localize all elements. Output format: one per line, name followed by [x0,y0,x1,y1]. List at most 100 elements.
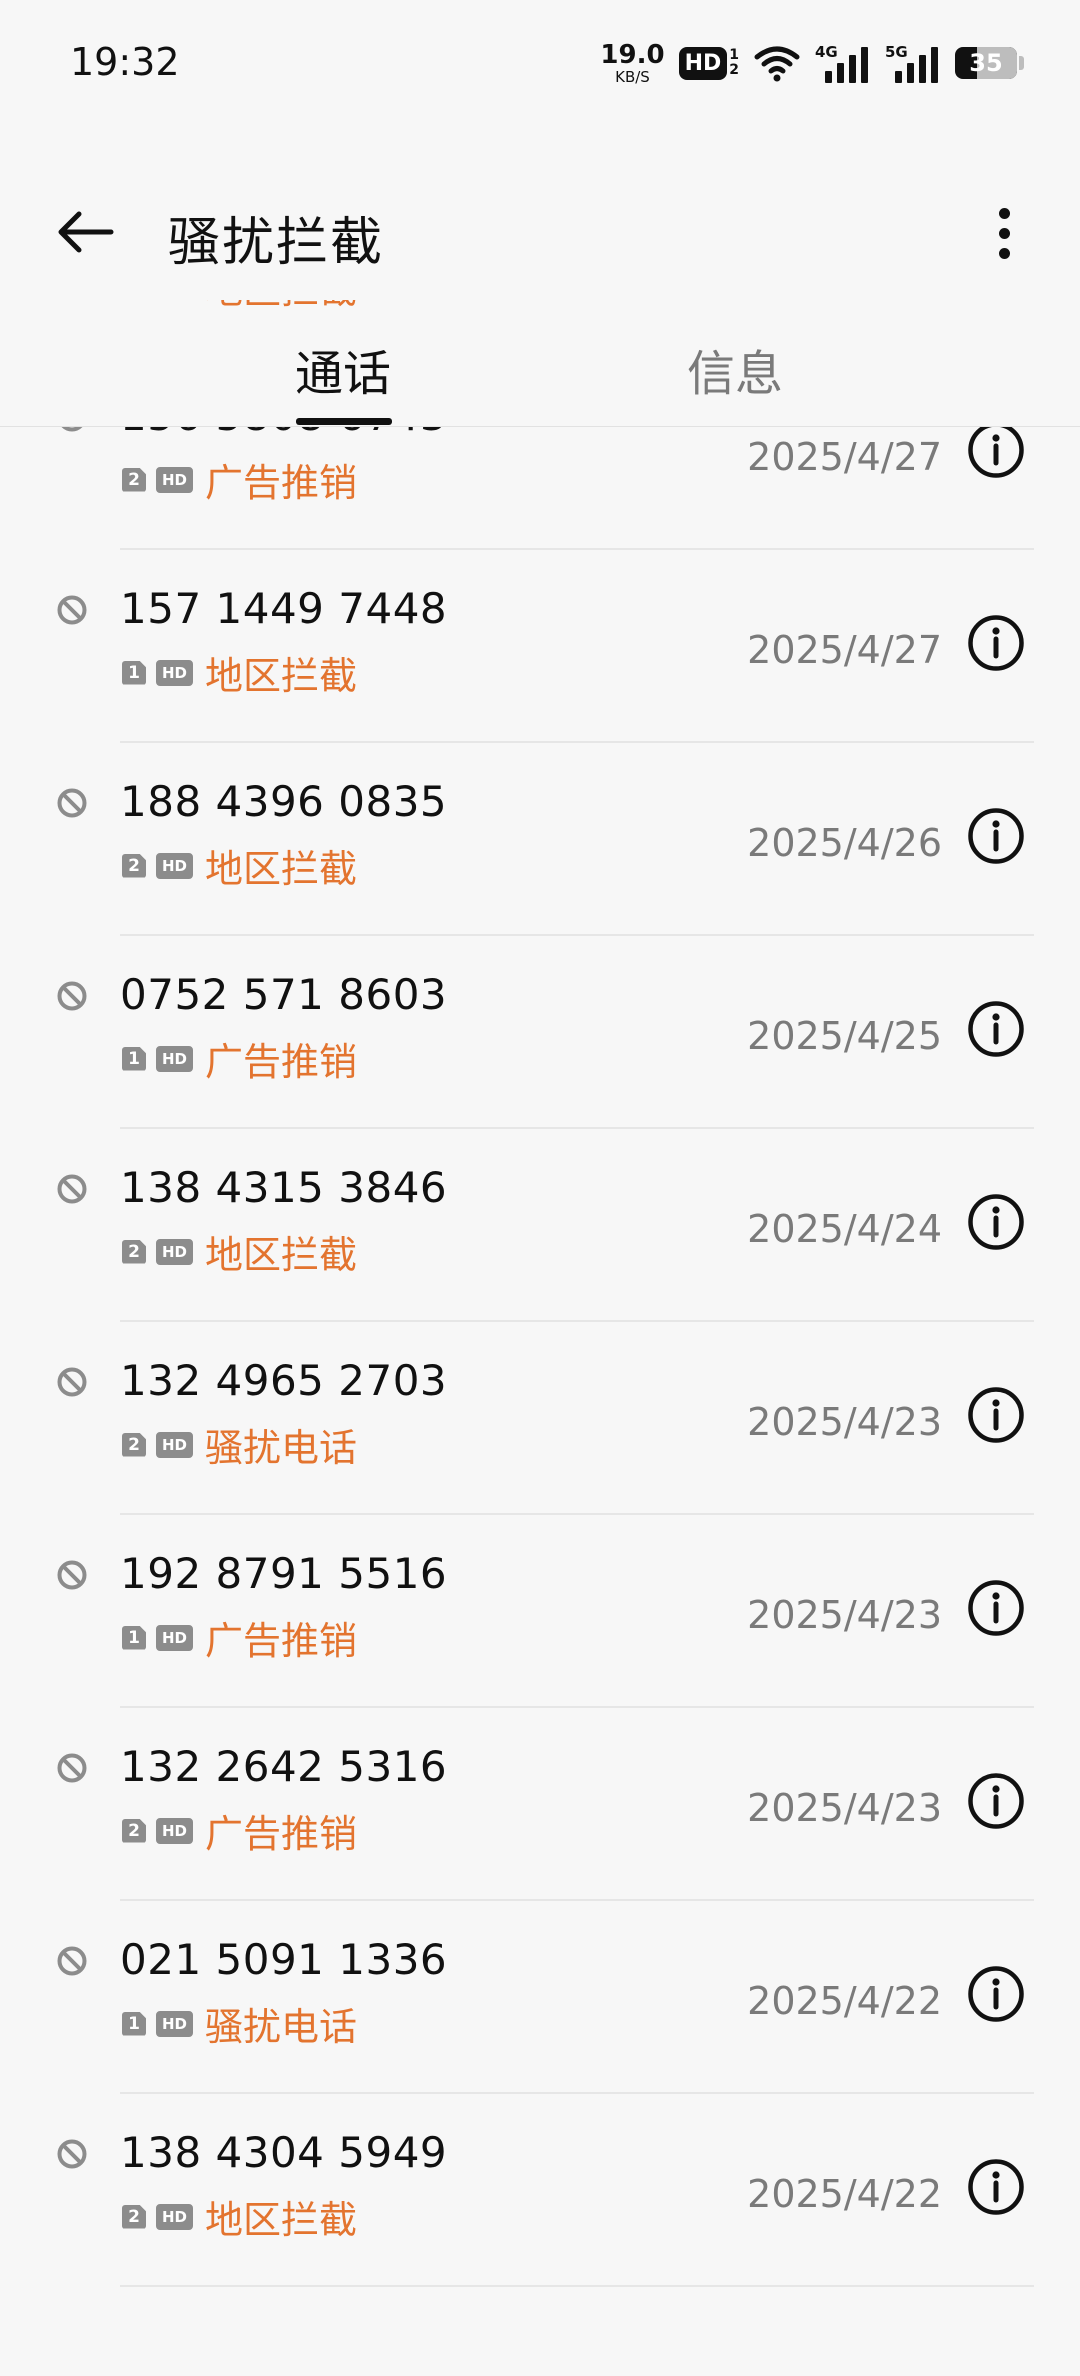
info-icon[interactable] [966,1192,1026,1252]
info-icon[interactable] [966,1964,1026,2024]
call-log-row[interactable]: 132 4965 2703 2 HD 骚扰电话 2025/4/23 [0,1322,1080,1515]
volte-hd-icon: HD 1 2 [678,46,739,80]
call-meta: 1 HD 广告推销 [122,1610,357,1665]
hd-call-icon: HD [156,852,194,879]
net-speed: 19.0 KB/S [600,42,664,85]
phone-number: 188 4396 0835 [120,777,448,826]
call-meta: 2 HD 广告推销 [122,452,357,507]
hd-call-icon: HD [156,1624,194,1651]
block-reason: 广告推销 [205,1812,358,1856]
call-date: 2025/4/22 [747,2172,942,2216]
top-app-bar: 骚扰拦截 [0,180,1080,290]
info-icon[interactable] [966,1578,1026,1638]
call-meta: 2 HD 骚扰电话 [122,1417,357,1472]
block-reason: 地区拦截 [205,300,357,314]
call-meta: 1 HD 地区拦截 [122,645,357,700]
phone-number: 0752 571 8603 [120,970,448,1019]
block-reason: 广告推销 [205,1619,358,1663]
call-meta: 2 HD 地区拦截 [122,838,357,893]
sim-card-icon: 1 [122,660,146,685]
block-icon [57,595,87,625]
call-log-row[interactable]: 157 1449 7448 1 HD 地区拦截 2025/4/27 [0,550,1080,743]
signal-4g-label: 4G [815,43,838,61]
hd-call-icon: HD [156,466,194,493]
sim-card-icon: 2 [122,1818,146,1843]
block-reason: 地区拦截 [205,2198,358,2242]
block-icon [57,1753,87,1783]
block-icon [57,1946,87,1976]
phone-number: 192 8791 5516 [120,1549,448,1598]
call-date: 2025/4/27 [747,435,942,479]
block-icon [57,1174,87,1204]
net-speed-value: 19.0 [600,39,665,70]
signal-5g-icon: 5G [885,43,941,83]
block-reason: 广告推销 [205,1040,358,1084]
block-icon [57,1367,87,1397]
info-icon[interactable] [966,2157,1026,2217]
phone-number: 132 4965 2703 [120,1356,448,1405]
info-icon[interactable] [966,806,1026,866]
block-icon [57,1560,87,1590]
sim-card-icon: 2 [122,2204,146,2229]
call-meta: 2 HD 地区拦截 [122,1224,357,1279]
call-log-row[interactable]: 138 4315 3846 2 HD 地区拦截 2025/4/24 [0,1129,1080,1322]
phone-number: 132 2642 5316 [120,1742,448,1791]
status-bar: 19:32 19.0 KB/S HD 1 2 4G 5G 35 [0,0,1080,120]
status-time: 19:32 [70,40,180,84]
hd-sim-numbers: 1 2 [729,48,739,77]
call-meta: 2 HD 地区拦截 [122,2189,357,2244]
battery-cap [1019,56,1024,70]
block-icon [57,788,87,818]
sim-card-icon: 1 [122,1046,146,1071]
tab-messages[interactable]: 信息 [605,334,865,404]
info-icon[interactable] [966,1385,1026,1445]
hd-call-icon: HD [156,2203,194,2230]
sim-card-icon: 2 [122,467,146,492]
phone-number: 021 5091 1336 [120,1935,448,1984]
call-log-row[interactable]: 021 5091 1336 1 HD 骚扰电话 2025/4/22 [0,1901,1080,2094]
tab-calls[interactable]: 通话 [213,334,473,404]
block-reason: 骚扰电话 [205,1426,358,1470]
back-button[interactable] [50,202,120,262]
blocked-call-list[interactable]: 2 HD 地区拦截 156 5808 6743 2 HD 广告推销 2 [0,300,1080,2376]
call-log-row[interactable]: 138 4304 5949 2 HD 地区拦截 2025/4/22 [0,2094,1080,2287]
call-date: 2025/4/23 [747,1786,942,1830]
sim-card-icon: 2 [122,1432,146,1457]
call-date: 2025/4/26 [747,821,942,865]
hd-call-icon: HD [156,2010,194,2037]
tab-bar: 通话 信息 [0,320,1080,427]
wifi-icon [754,46,800,82]
call-log-row[interactable]: 188 4396 0835 2 HD 地区拦截 2025/4/26 [0,743,1080,936]
phone-number: 157 1449 7448 [120,584,448,633]
call-date: 2025/4/22 [747,1979,942,2023]
hd-sim-2: 2 [729,62,739,78]
call-log-row[interactable]: 192 8791 5516 1 HD 广告推销 2025/4/23 [0,1515,1080,1708]
call-meta: 2 HD 地区拦截 [122,300,357,314]
info-icon[interactable] [966,613,1026,673]
signal-4g-icon: 4G [815,43,871,83]
sim-card-icon: 2 [122,853,146,878]
info-icon[interactable] [966,1771,1026,1831]
status-icons: 19.0 KB/S HD 1 2 4G 5G 35 [600,38,1024,88]
more-vertical-icon [998,207,1010,219]
sim-card-icon: 2 [122,1239,146,1264]
hd-call-icon: HD [156,1045,194,1072]
call-date: 2025/4/23 [747,1593,942,1637]
info-icon[interactable] [966,420,1026,480]
info-icon[interactable] [966,999,1026,1059]
hd-call-icon: HD [156,1238,194,1265]
block-icon [57,2139,87,2169]
hd-label: HD [678,46,728,80]
net-speed-unit: KB/S [615,67,650,86]
signal-5g-label: 5G [885,43,908,61]
phone-number: 138 4315 3846 [120,1163,448,1212]
battery-percent: 35 [969,49,1003,77]
call-meta: 1 HD 广告推销 [122,1031,357,1086]
call-log-row[interactable]: 0752 571 8603 1 HD 广告推销 2025/4/25 [0,936,1080,1129]
call-log-row[interactable]: 132 2642 5316 2 HD 广告推销 2025/4/23 [0,1708,1080,1901]
battery-icon: 35 [955,47,1017,79]
arrow-left-icon [58,211,114,253]
more-options-button[interactable] [974,198,1034,268]
block-reason: 地区拦截 [205,847,358,891]
call-meta: 1 HD 骚扰电话 [122,1996,357,2051]
